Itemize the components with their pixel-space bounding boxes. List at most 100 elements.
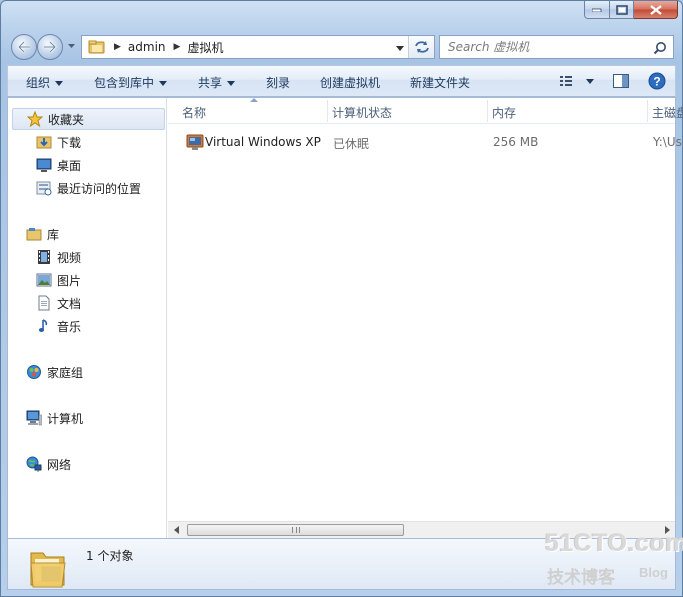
refresh-button[interactable] — [408, 36, 434, 58]
burn-button[interactable]: 刻录 — [266, 74, 290, 91]
sidebar-item-favorites[interactable]: 收藏夹 — [12, 108, 165, 130]
picture-library-icon — [36, 273, 52, 287]
new-folder-button[interactable]: 新建文件夹 — [410, 74, 470, 91]
sidebar-label-computer: 计算机 — [47, 411, 84, 426]
virtual-machine-icon — [186, 134, 204, 150]
column-header-state[interactable]: 计算机状态 — [332, 104, 392, 121]
folder-icon — [30, 552, 66, 588]
column-header-primary-disk[interactable]: 主磁盘 — [652, 104, 683, 121]
organize-label: 组织 — [26, 76, 51, 90]
list-item[interactable]: Virtual Windows XP 已休眠 256 MB Y:\Us — [178, 130, 682, 154]
column-header-memory[interactable]: 内存 — [492, 104, 516, 121]
command-bar: 组织 包含到库中 共享 刻录 创建虚拟机 新建文件夹 ? — [7, 65, 676, 97]
recent-pages-dropdown-icon[interactable] — [67, 41, 76, 50]
file-list: 名称 计算机状态 内存 主磁盘 Virtual Windows XP 已休眠 2… — [168, 98, 683, 538]
explorer-window: ▶ admin ▶ 虚拟机 组织 包含到库中 — [0, 0, 683, 597]
column-header-name[interactable]: 名称 — [182, 104, 206, 121]
computer-icon — [26, 410, 42, 426]
star-icon — [27, 111, 43, 127]
content-area: 收藏夹 下载 桌面 最近访问的位置 库 视频 图片 文档 音乐 家庭组 计算机 … — [7, 97, 683, 539]
sidebar-label-pictures: 图片 — [57, 273, 82, 288]
sidebar-item-recent-places[interactable]: 最近访问的位置 — [36, 177, 141, 199]
search-box[interactable] — [439, 35, 674, 59]
downloads-folder-icon — [36, 136, 52, 149]
sidebar-label-favorites: 收藏夹 — [48, 112, 85, 127]
sort-ascending-icon — [250, 98, 258, 102]
help-icon[interactable]: ? — [648, 72, 666, 90]
sidebar-label-downloads: 下载 — [57, 135, 82, 150]
sidebar-label-libraries: 库 — [47, 227, 60, 242]
navigation-bar: ▶ admin ▶ 虚拟机 — [9, 31, 674, 61]
sidebar-label-videos: 视频 — [57, 250, 82, 265]
dropdown-arrow-icon — [227, 81, 236, 86]
folder-icon — [88, 40, 105, 54]
watermark-blog: Blog — [639, 565, 668, 580]
maximize-button[interactable] — [610, 1, 634, 19]
column-divider[interactable] — [487, 100, 488, 122]
share-label: 共享 — [198, 76, 223, 90]
address-dropdown-icon[interactable] — [396, 44, 404, 52]
grip-icon — [291, 527, 300, 533]
back-button[interactable] — [11, 34, 37, 60]
include-in-library-label: 包含到库中 — [94, 76, 155, 90]
breadcrumb-chevron-icon[interactable]: ▶ — [174, 42, 181, 52]
sidebar-item-documents[interactable]: 文档 — [36, 292, 81, 314]
view-options-icon[interactable] — [558, 72, 596, 90]
sidebar-item-libraries[interactable]: 库 — [26, 223, 59, 245]
search-input[interactable] — [440, 40, 650, 54]
sidebar-item-downloads[interactable]: 下载 — [36, 131, 81, 153]
scroll-left-icon — [173, 526, 179, 534]
desktop-icon — [36, 158, 52, 172]
sidebar-item-pictures[interactable]: 图片 — [36, 269, 81, 291]
scrollbar-thumb[interactable] — [187, 524, 404, 536]
sidebar-label-recent-places: 最近访问的位置 — [57, 181, 142, 196]
close-icon — [649, 4, 662, 15]
library-icon — [26, 228, 42, 241]
vm-memory: 256 MB — [493, 135, 539, 149]
sidebar-label-music: 音乐 — [57, 319, 82, 334]
minimize-button[interactable] — [584, 1, 610, 19]
column-headers: 名称 计算机状态 内存 主磁盘 — [168, 98, 683, 124]
video-library-icon — [38, 250, 50, 264]
dropdown-arrow-icon — [55, 81, 64, 86]
forward-button[interactable] — [37, 34, 63, 60]
scroll-left-button[interactable] — [168, 522, 185, 538]
sidebar-item-computer[interactable]: 计算机 — [26, 407, 83, 429]
breadcrumb-chevron-icon[interactable]: ▶ — [114, 42, 121, 52]
create-vm-button[interactable]: 创建虚拟机 — [320, 74, 380, 91]
include-in-library-menu[interactable]: 包含到库中 — [94, 74, 168, 91]
vm-name: Virtual Windows XP — [205, 135, 321, 149]
sidebar-item-homegroup[interactable]: 家庭组 — [26, 361, 83, 383]
homegroup-icon — [27, 365, 41, 379]
vm-primary-disk: Y:\Us — [653, 135, 682, 149]
column-divider[interactable] — [647, 100, 648, 122]
minimize-icon — [592, 8, 602, 12]
document-library-icon — [38, 295, 50, 311]
sidebar-label-desktop: 桌面 — [57, 158, 82, 173]
organize-menu[interactable]: 组织 — [26, 74, 64, 91]
breadcrumb-admin[interactable]: admin — [128, 40, 166, 54]
item-count: 1 个对象 — [86, 549, 134, 563]
arrow-left-icon — [17, 41, 30, 53]
column-divider[interactable] — [327, 100, 328, 122]
caption-buttons — [584, 1, 678, 19]
arrow-right-icon — [44, 41, 57, 53]
sidebar-item-music[interactable]: 音乐 — [36, 315, 81, 337]
sidebar-item-videos[interactable]: 视频 — [36, 246, 81, 268]
address-bar[interactable]: ▶ admin ▶ 虚拟机 — [81, 35, 435, 59]
sidebar-item-desktop[interactable]: 桌面 — [36, 154, 81, 176]
search-icon[interactable] — [653, 41, 667, 55]
network-icon — [26, 456, 42, 472]
watermark-site: 51CTO.com — [545, 529, 683, 557]
sidebar-item-network[interactable]: 网络 — [26, 453, 71, 475]
refresh-icon — [414, 41, 429, 53]
share-menu[interactable]: 共享 — [198, 74, 236, 91]
watermark-tag: 技术博客 — [547, 568, 615, 588]
music-library-icon — [38, 319, 48, 332]
recent-places-icon — [36, 181, 52, 196]
dropdown-arrow-icon — [159, 81, 168, 86]
close-button[interactable] — [634, 1, 678, 19]
preview-pane-icon[interactable] — [612, 72, 630, 90]
sidebar-label-documents: 文档 — [57, 296, 82, 311]
breadcrumb-current-folder[interactable]: 虚拟机 — [187, 39, 223, 56]
